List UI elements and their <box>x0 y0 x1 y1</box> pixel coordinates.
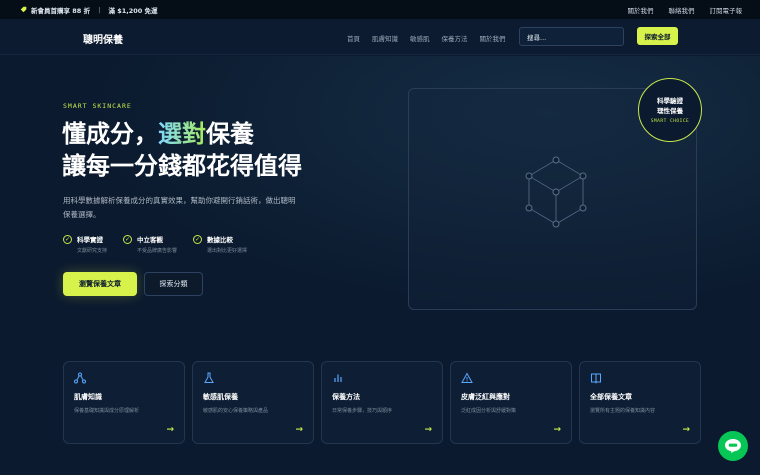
nav-menu: 首頁 肌膚知識 敏感肌 保養方法 關於我們 <box>347 33 506 43</box>
feature-item: ✓ 中立客觀不受品牌廣告影響 <box>123 234 177 254</box>
flask-icon <box>204 372 214 383</box>
site-logo[interactable]: 聰明保養 <box>83 31 123 46</box>
card-subtitle: 瀏覽所有主題的保養知識內容 <box>590 408 656 414</box>
warning-icon <box>461 372 473 383</box>
nav-item-sensitive-skin[interactable]: 敏感肌 <box>410 33 430 43</box>
feature-subtitle: 選出對比更好選擇 <box>207 248 248 254</box>
arrow-right-icon: → <box>295 425 303 435</box>
hero-kicker: SMART SKINCARE <box>63 102 132 110</box>
feature-list: ✓ 科學實證文獻研究支持 ✓ 中立客觀不受品牌廣告影響 ✓ 數據比較選出對比更好… <box>63 234 247 254</box>
nav-item-skincare-methods[interactable]: 保養方法 <box>442 33 468 43</box>
cube-network-icon <box>525 156 587 228</box>
card-subtitle: 日常保養步驟，技巧與順序 <box>332 408 393 414</box>
category-card-skincare-methods[interactable]: 保養方法 日常保養步驟，技巧與順序 → <box>321 361 443 444</box>
announcement-bar: 新會員首購享 88 折 | 滿 $1,200 免運 關於我們 聯絡我們 訂閱電子… <box>0 0 760 19</box>
hero-title: 懂成分，選對保養 讓每一分錢都花得值得 <box>62 118 302 182</box>
card-subtitle: 保養基礎知識與成分原理解析 <box>74 408 140 414</box>
feature-subtitle: 文獻研究支持 <box>77 248 108 254</box>
card-title: 皮膚泛紅與應對 <box>461 393 510 401</box>
card-title: 肌膚知識 <box>74 393 102 401</box>
promo-sub-text: 滿 $1,200 免運 <box>108 6 158 15</box>
check-circle-icon: ✓ <box>123 235 133 244</box>
line-chat-icon <box>725 439 741 453</box>
feature-title: 中立客觀 <box>137 236 164 244</box>
line-chat-button[interactable] <box>718 431 748 461</box>
feature-title: 科學實證 <box>77 236 103 244</box>
nav-item-skin-knowledge[interactable]: 肌膚知識 <box>372 33 398 43</box>
feature-title: 數據比較 <box>207 236 234 244</box>
category-card-sensitive-skin[interactable]: 敏感肌保養 敏感肌的安心保養策略與產品 → <box>192 361 314 444</box>
nav-item-about[interactable]: 關於我們 <box>480 33 506 43</box>
hero-title-line1: 懂成分，選對保養 <box>62 120 254 148</box>
card-title: 保養方法 <box>332 393 360 401</box>
promo-banner: 新會員首購享 88 折 | 滿 $1,200 免運 <box>20 5 158 15</box>
link-newsletter[interactable]: 訂閱電子報 <box>710 5 743 15</box>
category-card-all-articles[interactable]: 全部保養文章 瀏覽所有主題的保養知識內容 → <box>579 361 701 444</box>
explore-categories-button[interactable]: 探索分類 <box>144 272 203 296</box>
card-subtitle: 泛紅成因分析與舒緩對策 <box>461 408 517 414</box>
badge-line1: 科學驗證 <box>657 97 683 105</box>
bar-chart-icon <box>334 374 342 382</box>
hero-description: 用科學數據解析保養成分的真實效果，幫助你避開行銷話術，做出聰明保養選擇。 <box>63 196 296 219</box>
check-circle-icon: ✓ <box>193 235 203 244</box>
feature-item: ✓ 數據比較選出對比更好選擇 <box>193 234 247 254</box>
feature-subtitle: 不受品牌廣告影響 <box>137 248 178 254</box>
card-subtitle: 敏感肌的安心保養策略與產品 <box>203 408 269 414</box>
card-title: 全部保養文章 <box>590 393 632 401</box>
link-contact[interactable]: 聯絡我們 <box>669 5 695 15</box>
check-circle-icon: ✓ <box>63 235 72 244</box>
link-about[interactable]: 關於我們 <box>628 5 654 15</box>
nav-item-home[interactable]: 首頁 <box>347 33 360 43</box>
browse-articles-button[interactable]: 瀏覽保養文章 <box>63 272 137 296</box>
feature-item: ✓ 科學實證文獻研究支持 <box>63 234 107 254</box>
arrow-right-icon: → <box>424 425 432 435</box>
card-title: 敏感肌保養 <box>203 393 238 401</box>
science-badge: 科學驗證 理性保養 SMART CHOICE <box>638 78 702 142</box>
category-card-skin-knowledge[interactable]: 肌膚知識 保養基礎知識與成分原理解析 → <box>63 361 185 444</box>
utility-links: 關於我們 聯絡我們 訂閱電子報 <box>628 5 743 15</box>
molecule-icon <box>74 372 86 384</box>
main-navigation: 聰明保養 首頁 肌膚知識 敏感肌 保養方法 關於我們 搜尋... 探索全部 <box>0 19 760 55</box>
tag-icon <box>20 6 27 13</box>
search-input[interactable]: 搜尋... <box>519 27 624 46</box>
arrow-right-icon: → <box>682 425 690 435</box>
arrow-right-icon: → <box>166 425 174 435</box>
arrow-right-icon: → <box>553 425 561 435</box>
explore-all-button[interactable]: 探索全部 <box>637 27 678 45</box>
category-cards: 肌膚知識 保養基礎知識與成分原理解析 → 敏感肌保養 敏感肌的安心保養策略與產品… <box>63 361 701 444</box>
promo-main-text: 新會員首購享 88 折 <box>31 6 91 15</box>
hero-title-highlight: 選對 <box>158 120 206 148</box>
book-icon <box>591 373 601 384</box>
badge-english: SMART CHOICE <box>650 119 690 124</box>
promo-divider: | <box>98 5 101 14</box>
category-card-redness[interactable]: 皮膚泛紅與應對 泛紅成因分析與舒緩對策 → <box>450 361 572 444</box>
badge-line2: 理性保養 <box>657 107 683 115</box>
hero-title-line2: 讓每一分錢都花得值得 <box>62 152 302 180</box>
